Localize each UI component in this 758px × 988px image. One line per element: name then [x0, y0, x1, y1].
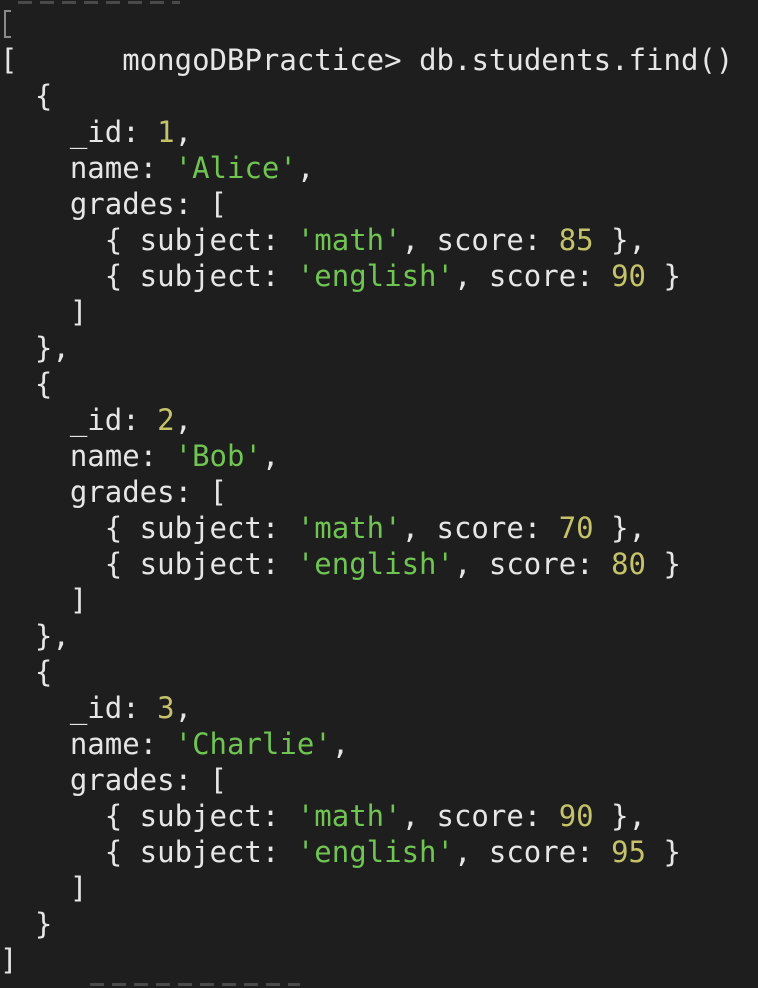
number-value: 85 — [558, 223, 594, 257]
punctuation-text: }, — [593, 223, 647, 257]
output-line: _id: 1, — [0, 114, 758, 150]
field-key-text: grades: [ — [0, 187, 227, 221]
string-value: 'math' — [296, 511, 402, 545]
output-line: { subject: 'english', score: 95 } — [0, 834, 758, 870]
punctuation-text: [ — [0, 43, 18, 77]
punctuation-text: ] — [0, 871, 88, 905]
output-line: name: 'Bob', — [0, 438, 758, 474]
command-line[interactable]: mongoDBPractice> db.students.find() — [0, 6, 758, 77]
output-line: ] — [0, 582, 758, 618]
string-value: 'english' — [296, 547, 454, 581]
output-line: { subject: 'math', score: 85 }, — [0, 222, 758, 258]
punctuation-text: }, — [593, 799, 647, 833]
output-line: name: 'Charlie', — [0, 726, 758, 762]
field-key-text: , score: — [453, 835, 612, 869]
field-key-text: name: — [0, 439, 175, 473]
field-key-text: , score: — [453, 259, 612, 293]
string-value: 'Alice' — [174, 151, 297, 185]
terminal-window[interactable]: mongoDBPractice> db.students.find() [ { … — [0, 0, 758, 988]
punctuation-text: , — [296, 151, 315, 185]
output-line: { subject: 'english', score: 80 } — [0, 546, 758, 582]
punctuation-text: , — [174, 403, 193, 437]
field-key-text: { subject: — [0, 799, 297, 833]
number-value: 95 — [611, 835, 647, 869]
punctuation-text: , — [174, 115, 193, 149]
output-line: _id: 3, — [0, 690, 758, 726]
punctuation-text: }, — [0, 331, 70, 365]
output-line: ] — [0, 870, 758, 906]
string-value: 'Bob' — [174, 439, 262, 473]
output-line: [ — [0, 42, 758, 78]
string-value: 'Charlie' — [174, 727, 332, 761]
field-key-text: _id: — [0, 115, 158, 149]
punctuation-text: } — [646, 547, 681, 581]
output-line: { — [0, 78, 758, 114]
field-key-text: , score: — [453, 547, 612, 581]
string-value: 'english' — [296, 835, 454, 869]
field-key-text: , score: — [401, 511, 559, 545]
output-line: { — [0, 654, 758, 690]
output-line: grades: [ — [0, 762, 758, 798]
field-key-text: grades: [ — [0, 475, 227, 509]
punctuation-text: } — [0, 907, 53, 941]
output-line: _id: 2, — [0, 402, 758, 438]
punctuation-text: }, — [593, 511, 647, 545]
output-line: ] — [0, 294, 758, 330]
number-value: 90 — [611, 259, 647, 293]
query-result: [ { _id: 1, name: 'Alice', grades: [ { s… — [0, 42, 758, 978]
punctuation-text: }, — [0, 619, 70, 653]
field-key-text: _id: — [0, 403, 158, 437]
field-key-text: _id: — [0, 691, 158, 725]
output-line: ] — [0, 942, 758, 978]
number-value: 3 — [157, 691, 175, 725]
output-line: grades: [ — [0, 474, 758, 510]
punctuation-text: { — [0, 79, 53, 113]
string-value: 'math' — [296, 799, 402, 833]
field-key-text: grades: [ — [0, 763, 227, 797]
output-line: grades: [ — [0, 186, 758, 222]
field-key-text: { subject: — [0, 547, 297, 581]
field-key-text: { subject: — [0, 259, 297, 293]
string-value: 'math' — [296, 223, 402, 257]
output-line: name: 'Alice', — [0, 150, 758, 186]
line-mark-icon — [4, 10, 11, 38]
number-value: 1 — [157, 115, 175, 149]
punctuation-text: { — [0, 367, 53, 401]
punctuation-text: ] — [0, 943, 18, 977]
field-key-text: { subject: — [0, 511, 297, 545]
field-key-text: , score: — [401, 799, 559, 833]
number-value: 2 — [157, 403, 175, 437]
punctuation-text: ] — [0, 583, 88, 617]
output-line: { subject: 'math', score: 90 }, — [0, 798, 758, 834]
output-line: } — [0, 906, 758, 942]
punctuation-text: } — [646, 835, 681, 869]
field-key-text: , score: — [401, 223, 559, 257]
output-line: { subject: 'english', score: 90 } — [0, 258, 758, 294]
output-line: { subject: 'math', score: 70 }, — [0, 510, 758, 546]
punctuation-text: ] — [0, 295, 88, 329]
next-prompt-cut — [0, 982, 300, 988]
number-value: 90 — [558, 799, 594, 833]
punctuation-text: , — [261, 439, 280, 473]
field-key-text: name: — [0, 151, 175, 185]
field-key-text: { subject: — [0, 835, 297, 869]
output-line: }, — [0, 330, 758, 366]
string-value: 'english' — [296, 259, 454, 293]
punctuation-text: , — [331, 727, 350, 761]
number-value: 80 — [611, 547, 647, 581]
punctuation-text: { — [0, 655, 53, 689]
field-key-text: name: — [0, 727, 175, 761]
output-line: { — [0, 366, 758, 402]
punctuation-text: , — [174, 691, 193, 725]
terminal-output: mongoDBPractice> db.students.find() [ { … — [0, 6, 758, 978]
field-key-text: { subject: — [0, 223, 297, 257]
output-line: }, — [0, 618, 758, 654]
number-value: 70 — [558, 511, 594, 545]
punctuation-text: } — [646, 259, 681, 293]
